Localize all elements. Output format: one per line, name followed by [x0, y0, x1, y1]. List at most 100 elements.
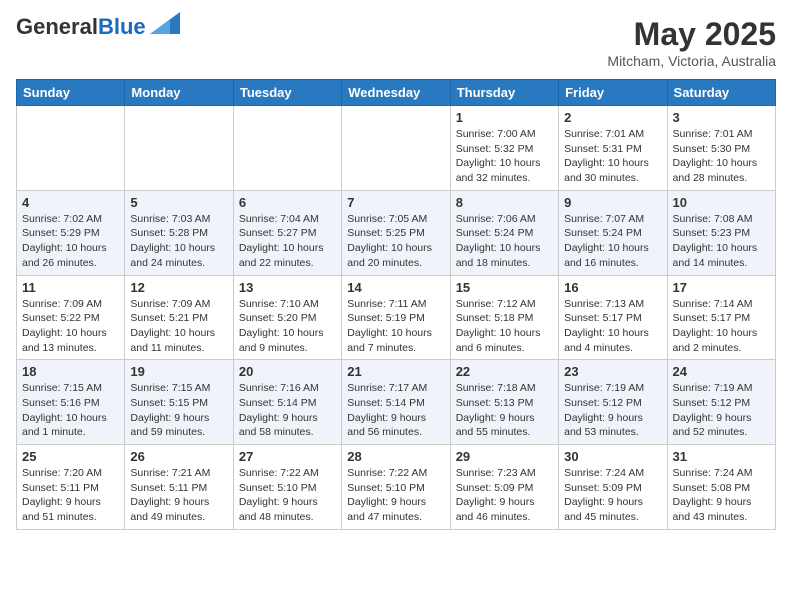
calendar-title: May 2025	[607, 16, 776, 53]
day-info: Sunrise: 7:16 AMSunset: 5:14 PMDaylight:…	[239, 381, 336, 440]
calendar-cell: 5 Sunrise: 7:03 AMSunset: 5:28 PMDaylight…	[125, 190, 233, 275]
day-number: 19	[130, 364, 227, 379]
calendar-week-row: 18 Sunrise: 7:15 AMSunset: 5:16 PMDayligh…	[17, 360, 776, 445]
calendar-cell: 3Sunrise: 7:01 AMSunset: 5:30 PMDaylight…	[667, 106, 775, 191]
day-info: Sunrise: 7:10 AMSunset: 5:20 PMDaylight:…	[239, 297, 336, 356]
calendar-cell: 20Sunrise: 7:16 AMSunset: 5:14 PMDayligh…	[233, 360, 341, 445]
calendar-cell: 28 Sunrise: 7:22 AMSunset: 5:10 PMDayligh…	[342, 445, 450, 530]
day-info: Sunrise: 7:12 AMSunset: 5:18 PMDaylight:…	[456, 297, 553, 356]
day-number: 25	[22, 449, 119, 464]
day-number: 30	[564, 449, 661, 464]
calendar-table: SundayMondayTuesdayWednesdayThursdayFrid…	[16, 79, 776, 530]
calendar-cell: 21 Sunrise: 7:17 AMSunset: 5:14 PMDayligh…	[342, 360, 450, 445]
day-info: Sunrise: 7:01 AMSunset: 5:30 PMDaylight:…	[673, 127, 770, 186]
day-number: 14	[347, 280, 444, 295]
day-header-saturday: Saturday	[667, 80, 775, 106]
day-info: Sunrise: 7:08 AMSunset: 5:23 PMDaylight:…	[673, 212, 770, 271]
calendar-cell: 22 Sunrise: 7:18 AMSunset: 5:13 PMDayligh…	[450, 360, 558, 445]
calendar-cell: 4 Sunrise: 7:02 AMSunset: 5:29 PMDaylight…	[17, 190, 125, 275]
calendar-cell: 15 Sunrise: 7:12 AMSunset: 5:18 PMDayligh…	[450, 275, 558, 360]
calendar-cell: 31Sunrise: 7:24 AMSunset: 5:08 PMDayligh…	[667, 445, 775, 530]
day-number: 11	[22, 280, 119, 295]
calendar-week-row: 4 Sunrise: 7:02 AMSunset: 5:29 PMDaylight…	[17, 190, 776, 275]
calendar-cell	[17, 106, 125, 191]
day-number: 8	[456, 195, 553, 210]
calendar-week-row: 1 Sunrise: 7:00 AMSunset: 5:32 PMDaylight…	[17, 106, 776, 191]
day-header-wednesday: Wednesday	[342, 80, 450, 106]
day-number: 2	[564, 110, 661, 125]
day-info: Sunrise: 7:02 AMSunset: 5:29 PMDaylight:…	[22, 212, 119, 271]
day-header-monday: Monday	[125, 80, 233, 106]
calendar-cell: 17Sunrise: 7:14 AMSunset: 5:17 PMDayligh…	[667, 275, 775, 360]
logo-text: GeneralBlue	[16, 16, 146, 38]
calendar-cell: 26Sunrise: 7:21 AMSunset: 5:11 PMDayligh…	[125, 445, 233, 530]
calendar-cell	[342, 106, 450, 191]
day-info: Sunrise: 7:11 AMSunset: 5:19 PMDaylight:…	[347, 297, 444, 356]
day-info: Sunrise: 7:01 AMSunset: 5:31 PMDaylight:…	[564, 127, 661, 186]
day-number: 26	[130, 449, 227, 464]
calendar-cell: 11 Sunrise: 7:09 AMSunset: 5:22 PMDayligh…	[17, 275, 125, 360]
calendar-cell: 14 Sunrise: 7:11 AMSunset: 5:19 PMDayligh…	[342, 275, 450, 360]
day-number: 28	[347, 449, 444, 464]
day-number: 18	[22, 364, 119, 379]
day-info: Sunrise: 7:18 AMSunset: 5:13 PMDaylight:…	[456, 381, 553, 440]
day-info: Sunrise: 7:24 AMSunset: 5:09 PMDaylight:…	[564, 466, 661, 525]
day-header-thursday: Thursday	[450, 80, 558, 106]
calendar-cell: 2 Sunrise: 7:01 AMSunset: 5:31 PMDaylight…	[559, 106, 667, 191]
calendar-week-row: 25 Sunrise: 7:20 AMSunset: 5:11 PMDayligh…	[17, 445, 776, 530]
day-number: 10	[673, 195, 770, 210]
day-info: Sunrise: 7:22 AMSunset: 5:10 PMDaylight:…	[239, 466, 336, 525]
calendar-cell: 25 Sunrise: 7:20 AMSunset: 5:11 PMDayligh…	[17, 445, 125, 530]
day-info: Sunrise: 7:15 AMSunset: 5:16 PMDaylight:…	[22, 381, 119, 440]
day-info: Sunrise: 7:04 AMSunset: 5:27 PMDaylight:…	[239, 212, 336, 271]
day-number: 1	[456, 110, 553, 125]
day-info: Sunrise: 7:00 AMSunset: 5:32 PMDaylight:…	[456, 127, 553, 186]
day-info: Sunrise: 7:07 AMSunset: 5:24 PMDaylight:…	[564, 212, 661, 271]
calendar-cell: 9 Sunrise: 7:07 AMSunset: 5:24 PMDaylight…	[559, 190, 667, 275]
day-number: 23	[564, 364, 661, 379]
calendar-cell: 10 Sunrise: 7:08 AMSunset: 5:23 PMDayligh…	[667, 190, 775, 275]
day-info: Sunrise: 7:09 AMSunset: 5:22 PMDaylight:…	[22, 297, 119, 356]
calendar-cell: 8Sunrise: 7:06 AMSunset: 5:24 PMDaylight…	[450, 190, 558, 275]
day-header-sunday: Sunday	[17, 80, 125, 106]
day-number: 29	[456, 449, 553, 464]
calendar-cell: 7Sunrise: 7:05 AMSunset: 5:25 PMDaylight…	[342, 190, 450, 275]
day-info: Sunrise: 7:19 AMSunset: 5:12 PMDaylight:…	[673, 381, 770, 440]
day-number: 16	[564, 280, 661, 295]
day-info: Sunrise: 7:05 AMSunset: 5:25 PMDaylight:…	[347, 212, 444, 271]
day-number: 5	[130, 195, 227, 210]
calendar-cell	[125, 106, 233, 191]
calendar-cell: 16 Sunrise: 7:13 AMSunset: 5:17 PMDayligh…	[559, 275, 667, 360]
day-number: 17	[673, 280, 770, 295]
day-number: 22	[456, 364, 553, 379]
calendar-cell: 27Sunrise: 7:22 AMSunset: 5:10 PMDayligh…	[233, 445, 341, 530]
title-block: May 2025 Mitcham, Victoria, Australia	[607, 16, 776, 69]
day-number: 15	[456, 280, 553, 295]
day-info: Sunrise: 7:20 AMSunset: 5:11 PMDaylight:…	[22, 466, 119, 525]
header: GeneralBlue May 2025 Mitcham, Victoria, …	[16, 16, 776, 69]
day-info: Sunrise: 7:03 AMSunset: 5:28 PMDaylight:…	[130, 212, 227, 271]
day-info: Sunrise: 7:13 AMSunset: 5:17 PMDaylight:…	[564, 297, 661, 356]
day-info: Sunrise: 7:09 AMSunset: 5:21 PMDaylight:…	[130, 297, 227, 356]
calendar-cell: 29 Sunrise: 7:23 AMSunset: 5:09 PMDayligh…	[450, 445, 558, 530]
day-number: 6	[239, 195, 336, 210]
calendar-cell: 13 Sunrise: 7:10 AMSunset: 5:20 PMDayligh…	[233, 275, 341, 360]
calendar-cell: 30 Sunrise: 7:24 AMSunset: 5:09 PMDayligh…	[559, 445, 667, 530]
calendar-cell: 19Sunrise: 7:15 AMSunset: 5:15 PMDayligh…	[125, 360, 233, 445]
day-header-tuesday: Tuesday	[233, 80, 341, 106]
day-number: 13	[239, 280, 336, 295]
calendar-cell: 1 Sunrise: 7:00 AMSunset: 5:32 PMDaylight…	[450, 106, 558, 191]
day-number: 4	[22, 195, 119, 210]
day-info: Sunrise: 7:19 AMSunset: 5:12 PMDaylight:…	[564, 381, 661, 440]
calendar-subtitle: Mitcham, Victoria, Australia	[607, 53, 776, 69]
day-info: Sunrise: 7:23 AMSunset: 5:09 PMDaylight:…	[456, 466, 553, 525]
calendar-cell: 24Sunrise: 7:19 AMSunset: 5:12 PMDayligh…	[667, 360, 775, 445]
day-number: 12	[130, 280, 227, 295]
day-info: Sunrise: 7:17 AMSunset: 5:14 PMDaylight:…	[347, 381, 444, 440]
day-number: 21	[347, 364, 444, 379]
day-info: Sunrise: 7:22 AMSunset: 5:10 PMDaylight:…	[347, 466, 444, 525]
calendar-cell: 23 Sunrise: 7:19 AMSunset: 5:12 PMDayligh…	[559, 360, 667, 445]
calendar-cell	[233, 106, 341, 191]
logo: GeneralBlue	[16, 16, 180, 38]
day-number: 9	[564, 195, 661, 210]
